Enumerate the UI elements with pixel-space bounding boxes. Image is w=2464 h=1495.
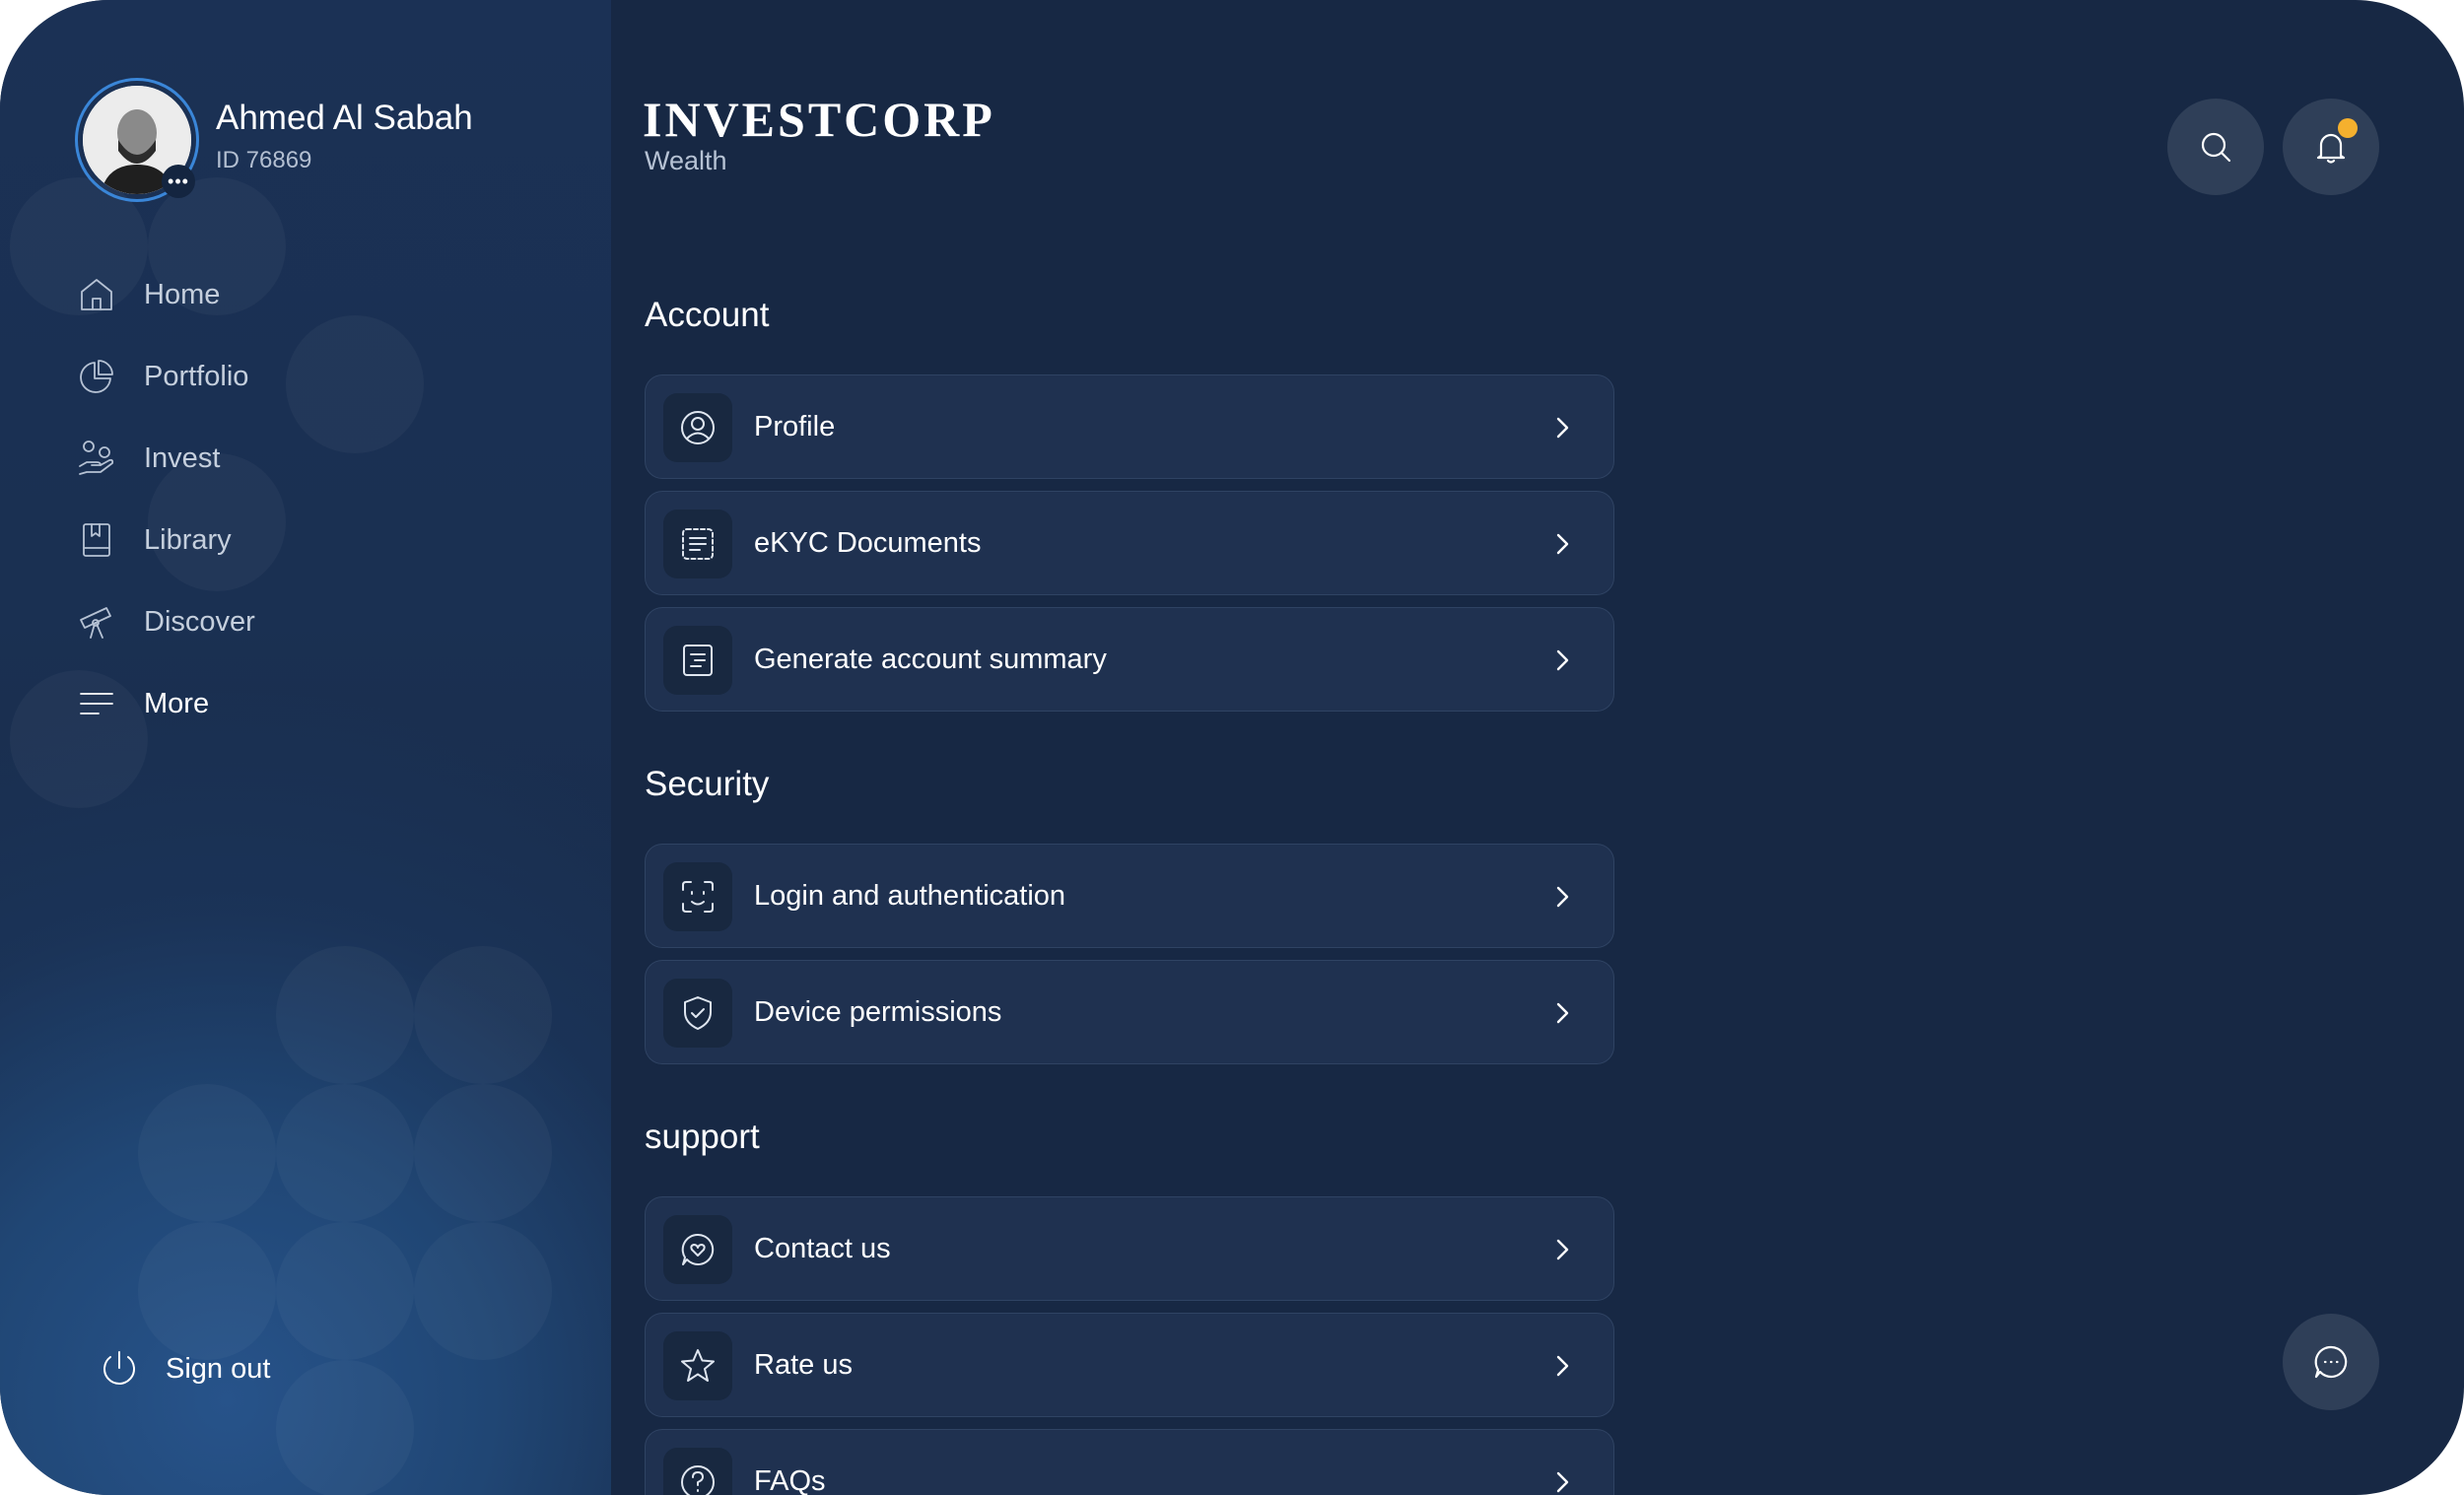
chat-heart-icon (663, 1215, 732, 1284)
row-label-faqs: FAQs (754, 1465, 826, 1495)
row-label-account-summary: Generate account summary (754, 644, 1107, 675)
nav-label-library: Library (144, 523, 232, 556)
chevron-right-icon (1544, 410, 1580, 445)
row-contact-us[interactable]: Contact us (645, 1196, 1614, 1301)
user-id: ID 76869 (216, 147, 312, 173)
signout-label: Sign out (166, 1352, 271, 1385)
brand-logo: INVESTCORP (643, 92, 995, 147)
chevron-right-icon (1544, 526, 1580, 562)
nav-label-discover: Discover (144, 605, 255, 638)
telescope-icon (75, 600, 118, 644)
chevron-right-icon (1544, 995, 1580, 1031)
home-icon (75, 273, 118, 316)
brand-subtitle: Wealth (645, 146, 727, 175)
row-label-device-permissions: Device permissions (754, 996, 1002, 1028)
chevron-right-icon (1544, 643, 1580, 678)
nav-label-more: More (144, 687, 210, 719)
chevron-right-icon (1544, 1464, 1580, 1495)
section-title-support: support (645, 1118, 760, 1156)
row-label-rate-us: Rate us (754, 1349, 853, 1381)
search-button[interactable] (2167, 99, 2264, 195)
chevron-right-icon (1544, 1348, 1580, 1384)
row-login-authentication[interactable]: Login and authentication (645, 844, 1614, 948)
row-ekyc-documents[interactable]: eKYC Documents (645, 491, 1614, 595)
user-circle-icon (663, 393, 732, 462)
sidebar-background (0, 0, 611, 1495)
summary-icon (663, 626, 732, 695)
invest-hand-icon (75, 437, 118, 480)
power-icon (103, 1351, 135, 1385)
more-dots-icon: ••• (168, 171, 189, 191)
nav-item-portfolio[interactable]: Portfolio (75, 350, 489, 403)
user-name: Ahmed Al Sabah (216, 99, 473, 137)
nav-item-invest[interactable]: Invest (75, 432, 489, 485)
question-icon (663, 1448, 732, 1495)
signout-button[interactable]: Sign out (99, 1342, 270, 1395)
row-faqs[interactable]: FAQs (645, 1429, 1614, 1495)
row-account-summary[interactable]: Generate account summary (645, 607, 1614, 712)
nav-label-home: Home (144, 278, 221, 310)
shield-check-icon (663, 979, 732, 1048)
search-icon (2201, 132, 2231, 163)
document-scan-icon (663, 510, 732, 578)
nav-label-invest: Invest (144, 442, 221, 474)
chat-bubble-icon (2314, 1345, 2348, 1379)
row-label-profile: Profile (754, 411, 836, 442)
section-title-security: Security (645, 765, 770, 803)
notifications-button[interactable] (2283, 99, 2379, 195)
row-label-login-authentication: Login and authentication (754, 880, 1066, 912)
avatar-more-button[interactable]: ••• (162, 165, 195, 198)
book-icon (75, 518, 118, 562)
section-title-account: Account (645, 296, 770, 334)
notification-badge (2338, 118, 2358, 138)
nav-label-portfolio: Portfolio (144, 360, 249, 392)
nav-item-library[interactable]: Library (75, 513, 489, 567)
nav-item-more[interactable]: More (75, 677, 489, 730)
menu-icon (75, 682, 118, 725)
row-profile[interactable]: Profile (645, 374, 1614, 479)
app-window: ••• Ahmed Al Sabah ID 76869 Home Portfol… (0, 0, 2464, 1495)
row-label-ekyc-documents: eKYC Documents (754, 527, 982, 559)
row-rate-us[interactable]: Rate us (645, 1313, 1614, 1417)
nav-item-discover[interactable]: Discover (75, 595, 489, 648)
chevron-right-icon (1544, 879, 1580, 915)
chevron-right-icon (1544, 1232, 1580, 1267)
pie-chart-icon (75, 355, 118, 398)
nav-item-home[interactable]: Home (75, 268, 489, 321)
row-device-permissions[interactable]: Device permissions (645, 960, 1614, 1064)
star-icon (663, 1331, 732, 1400)
chat-button[interactable] (2283, 1314, 2379, 1410)
face-id-icon (663, 862, 732, 931)
row-label-contact-us: Contact us (754, 1233, 891, 1264)
